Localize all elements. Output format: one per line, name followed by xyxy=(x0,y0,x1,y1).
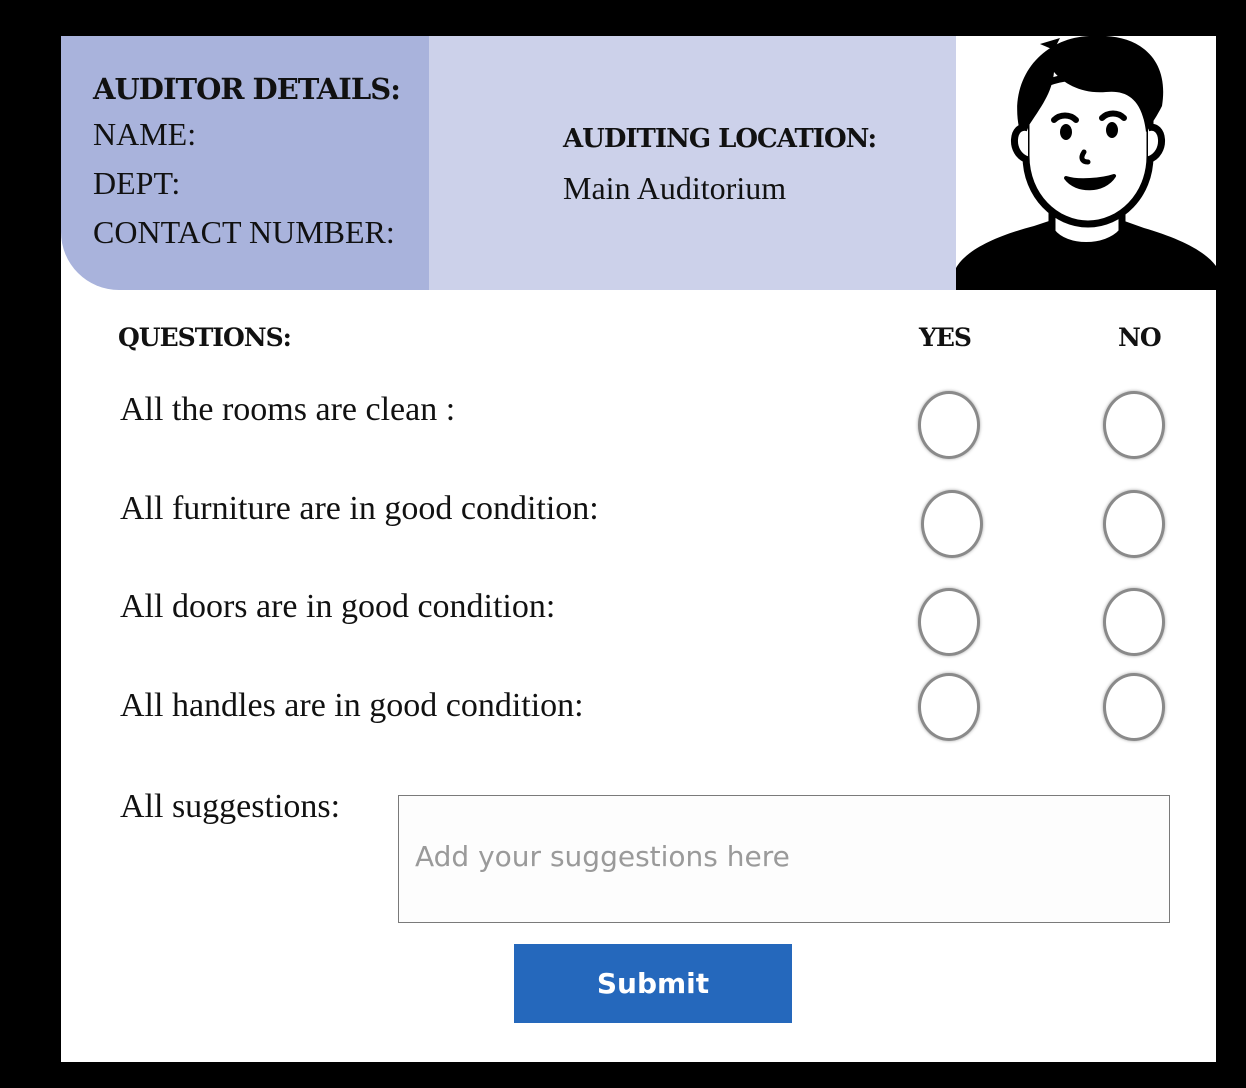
rooms-clean-yes-radio[interactable] xyxy=(918,391,980,459)
question-text: All the rooms are clean : xyxy=(120,391,456,428)
handles-condition-yes-radio[interactable] xyxy=(918,673,980,741)
handles-condition-no-radio[interactable] xyxy=(1103,673,1165,741)
contact-number-label: CONTACT NUMBER: xyxy=(93,214,395,250)
auditor-details-panel: AUDITOR DETAILS: NAME: DEPT: CONTACT NUM… xyxy=(61,36,429,290)
question-text: All handles are in good condition: xyxy=(120,687,584,724)
auditing-location-value: Main Auditorium xyxy=(563,170,787,206)
no-column-heading: NO xyxy=(1118,323,1162,352)
furniture-condition-no-radio[interactable] xyxy=(1103,490,1165,558)
dept-label: DEPT: xyxy=(93,165,181,201)
form-header: AUDITOR DETAILS: NAME: DEPT: CONTACT NUM… xyxy=(61,36,1216,290)
auditor-details-heading: AUDITOR DETAILS: xyxy=(93,72,401,106)
question-row-doors-condition: All doors are in good condition: xyxy=(61,588,1216,668)
person-avatar-icon xyxy=(956,36,1216,290)
auditing-location-heading: AUDITING LOCATION: xyxy=(563,124,877,154)
question-row-rooms-clean: All the rooms are clean : xyxy=(61,391,1216,471)
suggestions-input[interactable] xyxy=(398,795,1170,923)
question-text: All furniture are in good condition: xyxy=(120,490,599,527)
question-row-handles-condition: All handles are in good condition: xyxy=(61,673,1216,753)
furniture-condition-yes-radio[interactable] xyxy=(921,490,983,558)
auditing-location-panel: AUDITING LOCATION: Main Auditorium xyxy=(429,36,956,290)
question-row-furniture-condition: All furniture are in good condition: xyxy=(61,490,1216,570)
doors-condition-yes-radio[interactable] xyxy=(918,588,980,656)
question-text: All doors are in good condition: xyxy=(120,588,556,625)
name-label: NAME: xyxy=(93,116,197,152)
questions-heading: QUESTIONS: xyxy=(118,323,292,352)
avatar xyxy=(956,36,1216,290)
suggestions-label: All suggestions: xyxy=(120,788,341,825)
submit-button[interactable]: Submit xyxy=(514,944,792,1023)
rooms-clean-no-radio[interactable] xyxy=(1103,391,1165,459)
doors-condition-no-radio[interactable] xyxy=(1103,588,1165,656)
yes-column-heading: YES xyxy=(919,323,972,352)
audit-form-card: AUDITOR DETAILS: NAME: DEPT: CONTACT NUM… xyxy=(61,36,1216,1062)
